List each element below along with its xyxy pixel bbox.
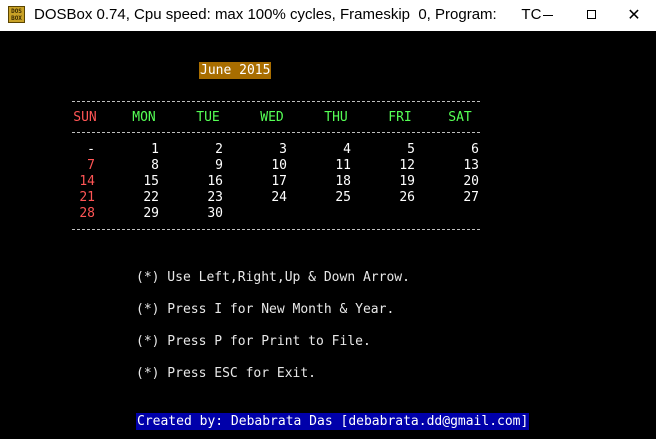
day-cell: 5	[407, 142, 415, 157]
day-cell: 1	[151, 142, 159, 157]
day-cell: 29	[143, 206, 159, 221]
day-cell: 3	[279, 142, 287, 157]
day-cell	[287, 206, 351, 222]
divider-bottom	[72, 229, 480, 230]
title-bar[interactable]: DOS BOX DOSBox 0.74, Cpu speed: max 100%…	[0, 0, 656, 31]
day-cell: 4	[343, 142, 351, 157]
weekday-fri: FRI	[388, 110, 412, 125]
day-cell: 21	[79, 190, 95, 205]
author-credit: Created by: Debabrata Das [debabrata.dd@…	[136, 413, 530, 430]
weekday-tue: TUE	[196, 110, 220, 125]
close-icon: ✕	[627, 5, 641, 24]
weekday-mon: MON	[132, 110, 156, 125]
weekday-sun: SUN	[73, 110, 97, 125]
day-cell: 26	[399, 190, 415, 205]
day-cell: 15	[143, 174, 159, 189]
day-cell: 11	[335, 158, 351, 173]
day-cell	[351, 206, 415, 222]
day-cell: -	[87, 142, 95, 157]
day-cell: 9	[215, 158, 223, 173]
day-cell: 25	[335, 190, 351, 205]
day-cell: 13	[463, 158, 479, 173]
day-cell: 20	[463, 174, 479, 189]
day-cell: 24	[271, 190, 287, 205]
divider-header	[72, 132, 480, 133]
day-cell: 8	[151, 158, 159, 173]
instruction-arrows: (*) Use Left,Right,Up & Down Arrow.	[136, 270, 410, 285]
day-cell: 6	[471, 142, 479, 157]
day-cell: 28	[79, 206, 95, 221]
dosbox-window: DOS BOX DOSBox 0.74, Cpu speed: max 100%…	[0, 0, 656, 439]
minimize-icon	[543, 15, 553, 16]
maximize-button[interactable]	[570, 0, 614, 31]
close-button[interactable]: ✕	[612, 0, 656, 31]
minimize-button[interactable]	[526, 0, 570, 31]
day-cell: 27	[463, 190, 479, 205]
day-cell: 16	[207, 174, 223, 189]
day-cell: 19	[399, 174, 415, 189]
month-year-heading: June 2015	[199, 62, 272, 79]
weekday-sat: SAT	[448, 110, 472, 125]
day-cell: 17	[271, 174, 287, 189]
weekday-wed: WED	[260, 110, 284, 125]
dos-screen[interactable]: June 2015 SUN MON TUE WED THU FRI SAT -1234567…	[0, 31, 656, 439]
instruction-new-month: (*) Press I for New Month & Year.	[136, 302, 395, 317]
weekday-thu: THU	[324, 110, 348, 125]
day-cell: 23	[207, 190, 223, 205]
day-cell: 30	[207, 206, 223, 221]
day-cell: 7	[87, 158, 95, 173]
maximize-icon	[587, 10, 596, 19]
dosbox-icon[interactable]: DOS BOX	[8, 6, 25, 23]
instruction-print: (*) Press P for Print to File.	[136, 334, 371, 349]
day-cell: 10	[271, 158, 287, 173]
day-cell: 14	[79, 174, 95, 189]
day-cell: 12	[399, 158, 415, 173]
divider-top	[72, 101, 480, 102]
day-cell: 22	[143, 190, 159, 205]
day-cell: 18	[335, 174, 351, 189]
instruction-exit: (*) Press ESC for Exit.	[136, 366, 317, 381]
day-cell	[223, 206, 287, 222]
window-title: DOSBox 0.74, Cpu speed: max 100% cycles,…	[34, 6, 542, 23]
day-cell	[415, 206, 479, 222]
day-cell: 2	[215, 142, 223, 157]
